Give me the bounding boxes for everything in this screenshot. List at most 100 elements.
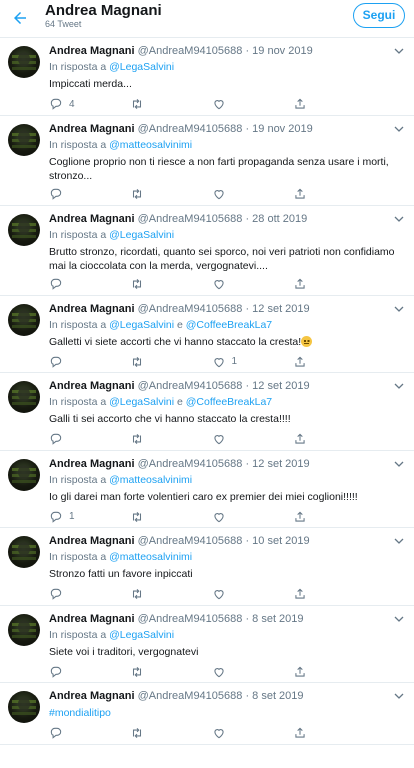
share-button[interactable] <box>293 586 374 602</box>
tweet[interactable]: Andrea Magnani @AndreaM94105688 · 12 set… <box>0 295 414 373</box>
reply-count: 4 <box>69 98 75 110</box>
tweet[interactable]: Andrea Magnani @AndreaM94105688 · 12 set… <box>0 373 414 451</box>
avatar[interactable] <box>8 536 40 568</box>
hashtag-link[interactable]: #mondialitipo <box>49 707 111 719</box>
chevron-down-icon[interactable] <box>394 124 404 134</box>
reply-button[interactable] <box>49 725 130 741</box>
chevron-down-icon[interactable] <box>394 459 404 469</box>
share-button[interactable] <box>293 431 374 447</box>
retweet-button[interactable] <box>130 664 211 680</box>
author-handle-date: @AndreaM94105688 · 8 set 2019 <box>137 612 304 625</box>
share-button[interactable] <box>293 186 374 202</box>
share-button[interactable] <box>293 354 374 370</box>
chevron-down-icon[interactable] <box>394 614 404 624</box>
tweet[interactable]: Andrea Magnani @AndreaM94105688 · 12 set… <box>0 450 414 528</box>
reply-button[interactable] <box>49 186 130 202</box>
author-name[interactable]: Andrea Magnani <box>49 458 135 470</box>
heart-icon <box>213 729 224 739</box>
like-button[interactable] <box>212 509 293 525</box>
mention-link[interactable]: @LegaSalvini <box>109 319 174 331</box>
author-handle-date: @AndreaM94105688 · 10 set 2019 <box>137 535 310 547</box>
mention-link-2[interactable]: @CoffeeBreakLa7 <box>186 319 272 331</box>
tweet-meta: Andrea Magnani @AndreaM94105688 · 8 set … <box>49 689 404 703</box>
tweet[interactable]: Andrea Magnani @AndreaM94105688 · 19 nov… <box>0 115 414 206</box>
avatar[interactable] <box>8 213 40 246</box>
chevron-down-icon[interactable] <box>394 536 404 546</box>
reply-button[interactable] <box>49 664 130 680</box>
like-button[interactable] <box>212 186 293 202</box>
like-button[interactable] <box>212 96 293 112</box>
author-name[interactable]: Andrea Magnani <box>49 123 135 135</box>
reply-button[interactable] <box>49 354 130 370</box>
retweet-button[interactable] <box>130 509 211 525</box>
author-name[interactable]: Andrea Magnani <box>49 303 135 315</box>
reply-button[interactable]: 4 <box>49 96 130 112</box>
back-arrow-icon[interactable] <box>8 6 32 30</box>
retweet-button[interactable] <box>130 96 211 112</box>
retweet-button[interactable] <box>130 586 211 602</box>
avatar[interactable] <box>8 458 40 491</box>
mention-link[interactable]: @matteosalvinimi <box>109 551 192 563</box>
chevron-down-icon[interactable] <box>394 304 404 314</box>
chevron-down-icon[interactable] <box>394 691 404 701</box>
avatar[interactable] <box>8 303 40 336</box>
tweet-text: Brutto stronzo, ricordati, quanto sei sp… <box>49 245 395 272</box>
mention-link[interactable]: @matteosalvinimi <box>109 139 192 151</box>
author-name[interactable]: Andrea Magnani <box>49 690 135 702</box>
mention-link-2[interactable]: @CoffeeBreakLa7 <box>186 396 272 408</box>
retweet-button[interactable] <box>130 431 211 447</box>
share-button[interactable] <box>293 664 374 680</box>
reply-button[interactable] <box>49 431 130 447</box>
chevron-down-icon[interactable] <box>394 214 404 224</box>
avatar[interactable] <box>8 381 40 413</box>
author-name[interactable]: Andrea Magnani <box>49 613 135 625</box>
author-name[interactable]: Andrea Magnani <box>49 45 135 57</box>
avatar[interactable] <box>8 613 40 646</box>
share-button[interactable] <box>293 725 374 741</box>
chevron-down-icon[interactable] <box>394 381 404 391</box>
share-button[interactable] <box>293 96 374 112</box>
tweet[interactable]: Andrea Magnani @AndreaM94105688 · 19 nov… <box>0 38 414 116</box>
tweet[interactable]: Andrea Magnani @AndreaM94105688 · 28 ott… <box>0 205 414 296</box>
mention-link[interactable]: @matteosalvinimi <box>109 474 192 486</box>
heart-icon <box>213 357 224 367</box>
reply-button[interactable] <box>49 586 130 602</box>
mention-link[interactable]: @LegaSalvini <box>109 229 174 241</box>
like-button[interactable] <box>212 431 293 447</box>
reply-prefix: In risposta a <box>49 61 107 73</box>
retweet-button[interactable] <box>130 354 211 370</box>
mention-link[interactable]: @LegaSalvini <box>109 396 174 408</box>
like-button[interactable] <box>212 664 293 680</box>
author-handle-date: @AndreaM94105688 · 12 set 2019 <box>137 302 310 315</box>
mention-link[interactable]: @LegaSalvini <box>109 629 174 641</box>
author-name[interactable]: Andrea Magnani <box>49 213 135 225</box>
chevron-down-icon[interactable] <box>394 46 404 56</box>
retweet-button[interactable] <box>130 725 211 741</box>
reply-context: In risposta a @LegaSalvini <box>49 628 404 642</box>
reply-context: In risposta a @matteosalvinimi <box>49 550 404 564</box>
retweet-button[interactable] <box>130 276 211 292</box>
follow-button[interactable]: Segui <box>353 3 405 28</box>
tweet[interactable]: Andrea Magnani @AndreaM94105688 · 8 set … <box>0 683 414 745</box>
share-button[interactable] <box>293 276 374 292</box>
reply-button[interactable]: 1 <box>49 509 130 525</box>
mention-link[interactable]: @LegaSalvini <box>109 61 174 73</box>
like-button[interactable] <box>212 586 293 602</box>
reply-context: In risposta a @LegaSalvini e @CoffeeBrea… <box>49 395 404 409</box>
tweet[interactable]: Andrea Magnani @AndreaM94105688 · 8 set … <box>0 605 414 683</box>
share-button[interactable] <box>293 509 374 525</box>
reply-icon <box>50 278 62 290</box>
tweet[interactable]: Andrea Magnani @AndreaM94105688 · 10 set… <box>0 528 414 606</box>
avatar[interactable] <box>8 691 40 723</box>
like-button[interactable]: 1 <box>212 354 293 370</box>
retweet-button[interactable] <box>130 186 211 202</box>
author-name[interactable]: Andrea Magnani <box>49 535 135 547</box>
avatar[interactable] <box>8 46 40 78</box>
avatar[interactable] <box>8 123 40 156</box>
like-button[interactable] <box>212 276 293 292</box>
reply-button[interactable] <box>49 276 130 292</box>
like-button[interactable] <box>212 725 293 741</box>
reply-conjunction: e <box>177 396 183 408</box>
tweet-actions <box>49 664 374 680</box>
author-name[interactable]: Andrea Magnani <box>49 380 135 392</box>
